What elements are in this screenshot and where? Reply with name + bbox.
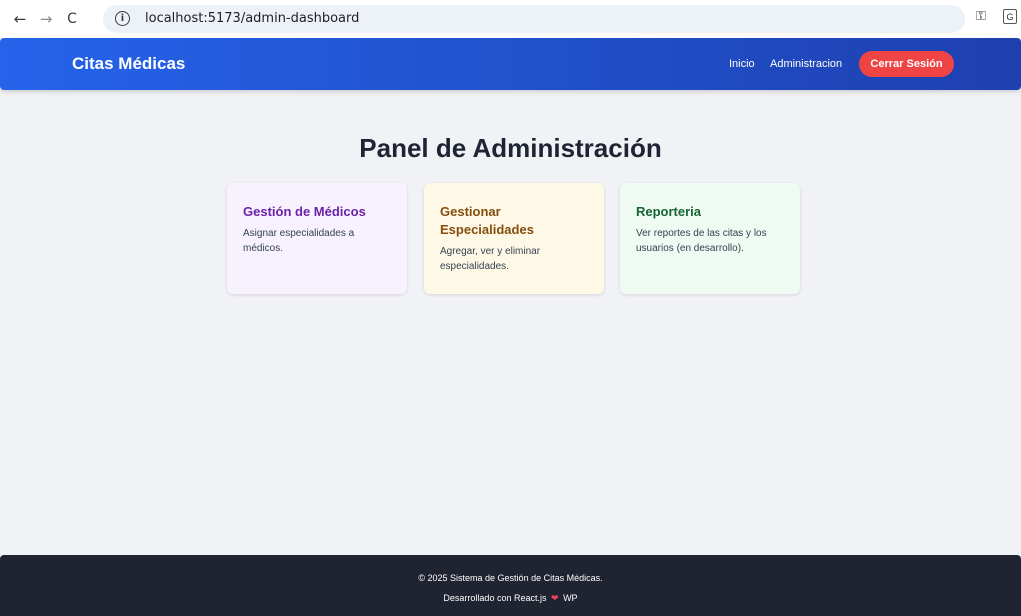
back-arrow-icon[interactable]: ← (9, 8, 31, 30)
footer-credits-suffix: WP (563, 593, 578, 603)
card-gestionar-especialidades[interactable]: Gestionar Especialidades Agregar, ver y … (424, 183, 604, 294)
card-description: Ver reportes de las citas y los usuarios… (636, 228, 767, 254)
nav-link-inicio[interactable]: Inicio (729, 58, 755, 70)
logout-button[interactable]: Cerrar Sesión (859, 51, 954, 77)
card-title: Gestión de Médicos (243, 204, 366, 219)
card-title: Gestionar Especialidades (440, 204, 534, 237)
card-description: Agregar, ver y eliminar especialidades. (440, 246, 541, 272)
page-title: Panel de Administración (359, 133, 662, 163)
password-key-icon[interactable]: ⚿ (976, 9, 986, 24)
nav-link-administracion[interactable]: Administracion (770, 58, 842, 70)
address-bar[interactable]: i localhost:5173/admin-dashboard (103, 5, 965, 33)
footer-credits-prefix: Desarrollado con React.js (443, 593, 547, 603)
card-title: Reporteria (636, 204, 702, 219)
brand-title[interactable]: Citas Médicas (72, 54, 185, 74)
forward-arrow-icon[interactable]: → (35, 8, 57, 30)
browser-toolbar: ← → C i localhost:5173/admin-dashboard ⚿… (0, 0, 1021, 38)
card-gestion-medicos[interactable]: Gestión de Médicos Asignar especialidade… (227, 183, 407, 294)
footer-credits: Desarrollado con React.js ❤ WP (0, 593, 1021, 604)
heart-icon: ❤ (551, 594, 559, 604)
reload-icon[interactable]: C (61, 8, 83, 30)
card-description: Asignar especialidades a médicos. (243, 228, 355, 254)
url-text[interactable]: localhost:5173/admin-dashboard (145, 11, 359, 26)
footer-copyright: © 2025 Sistema de Gestión de Citas Médic… (418, 573, 603, 583)
translate-icon[interactable]: G (1003, 9, 1017, 24)
page-footer: © 2025 Sistema de Gestión de Citas Médic… (0, 555, 1021, 616)
card-reporteria[interactable]: Reporteria Ver reportes de las citas y l… (620, 183, 800, 294)
site-info-icon[interactable]: i (115, 11, 130, 26)
app-header: Citas Médicas Inicio Administracion Cerr… (0, 38, 1021, 90)
